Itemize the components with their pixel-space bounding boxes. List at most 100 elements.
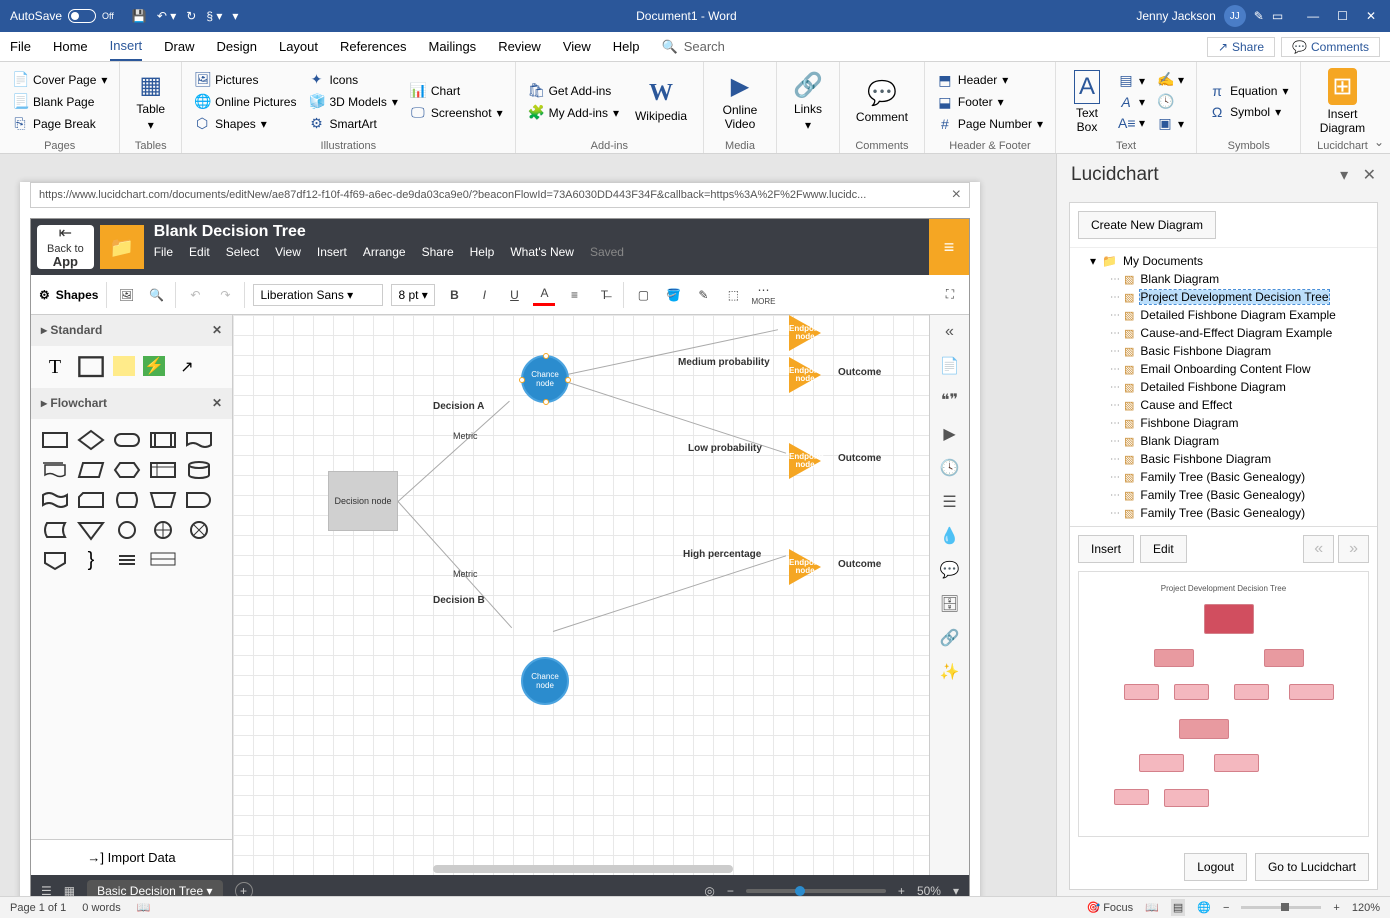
- close-section-icon[interactable]: ✕: [212, 323, 222, 337]
- back-to-app-button[interactable]: ⇤ Back to App: [37, 225, 94, 269]
- redo-icon[interactable]: ↻: [186, 9, 196, 23]
- fc-swimlane[interactable]: [149, 549, 177, 571]
- fc-paper-tape[interactable]: [41, 489, 69, 511]
- online-pictures-button[interactable]: 🌐Online Pictures: [192, 92, 298, 111]
- customize-qat-icon[interactable]: ▾: [232, 9, 238, 23]
- zoom-in-icon[interactable]: +: [898, 884, 905, 896]
- fc-database[interactable]: [185, 459, 213, 481]
- expand-icon[interactable]: ▾: [1090, 254, 1096, 268]
- tab-view[interactable]: View: [563, 32, 591, 61]
- fill-icon[interactable]: ▢: [632, 284, 654, 306]
- fc-multidoc[interactable]: [41, 459, 69, 481]
- tree-item[interactable]: ⋯▧Family Tree (Basic Genealogy): [1070, 486, 1377, 504]
- tab-references[interactable]: References: [340, 32, 406, 61]
- tab-insert[interactable]: Insert: [110, 32, 143, 61]
- page-icon[interactable]: 📄: [939, 355, 961, 377]
- menu-arrange[interactable]: Arrange: [363, 245, 406, 259]
- wordart-button[interactable]: A▾: [1116, 93, 1147, 111]
- menu-file[interactable]: File: [154, 245, 173, 259]
- tab-home[interactable]: Home: [53, 32, 88, 61]
- collapse-ribbon-icon[interactable]: ⌄: [1374, 135, 1384, 149]
- taskpane-menu-icon[interactable]: ▾: [1340, 167, 1348, 184]
- line-icon[interactable]: ✎: [692, 284, 714, 306]
- block-shape[interactable]: ⚡: [143, 356, 165, 376]
- object-button[interactable]: ▣▾: [1155, 114, 1186, 133]
- tell-me-search[interactable]: 🔍 Search: [662, 39, 725, 55]
- bucket-icon[interactable]: 🪣: [662, 284, 684, 306]
- user-avatar[interactable]: JJ: [1224, 5, 1246, 27]
- fc-decision[interactable]: [77, 429, 105, 451]
- tree-item[interactable]: ⋯▧Cause-and-Effect Diagram Example: [1070, 324, 1377, 342]
- fc-note[interactable]: [113, 549, 141, 571]
- tree-item[interactable]: ⋯▧Basic Fishbone Diagram: [1070, 342, 1377, 360]
- chance-node[interactable]: Chance node: [521, 657, 569, 705]
- endpoint-node[interactable]: Endpoint node: [789, 357, 821, 393]
- ribbon-display-icon[interactable]: ▭: [1272, 9, 1283, 23]
- pictures-button[interactable]: 🖼Pictures: [192, 70, 298, 89]
- footer-button[interactable]: ⬓Footer ▾: [935, 93, 1045, 112]
- layers-icon[interactable]: ☰: [939, 491, 961, 513]
- tree-item[interactable]: ⋯▧Detailed Fishbone Diagram: [1070, 378, 1377, 396]
- menu-whatsnew[interactable]: What's New: [510, 245, 574, 259]
- tree-item[interactable]: ⋯▧Detailed Fishbone Diagram Example: [1070, 306, 1377, 324]
- present-icon[interactable]: ▶: [939, 423, 961, 445]
- save-icon[interactable]: 💾: [132, 9, 147, 23]
- links-button[interactable]: 🔗Links▾: [787, 66, 829, 137]
- underline-icon[interactable]: U: [503, 284, 525, 306]
- word-count[interactable]: 0 words: [82, 902, 121, 914]
- fc-hexagon[interactable]: [113, 459, 141, 481]
- minimize-icon[interactable]: —: [1307, 9, 1319, 23]
- tree-item[interactable]: ⋯▧Fishbone Diagram: [1070, 414, 1377, 432]
- menu-view[interactable]: View: [275, 245, 301, 259]
- create-diagram-button[interactable]: Create New Diagram: [1078, 211, 1216, 239]
- chance-node-selected[interactable]: Chance node: [521, 355, 569, 403]
- clear-format-icon[interactable]: T̶: [593, 284, 615, 306]
- text-shape[interactable]: T: [41, 356, 69, 378]
- tab-mailings[interactable]: Mailings: [429, 32, 477, 61]
- history-icon[interactable]: 🕓: [939, 457, 961, 479]
- blank-page-button[interactable]: 📃Blank Page: [10, 92, 109, 111]
- fc-delay[interactable]: [185, 489, 213, 511]
- close-icon[interactable]: ✕: [1366, 9, 1376, 23]
- fc-brace-l[interactable]: }: [77, 549, 105, 571]
- document-tree[interactable]: ▾📁My Documents ⋯▧Blank Diagram⋯▧Project …: [1070, 247, 1377, 527]
- symbol-button[interactable]: ΩSymbol ▾: [1207, 103, 1290, 121]
- zoom-out-icon[interactable]: −: [727, 884, 734, 896]
- maximize-icon[interactable]: ☐: [1337, 9, 1348, 23]
- search-icon[interactable]: 🔍: [145, 284, 167, 306]
- chat-icon[interactable]: 💬: [939, 559, 961, 581]
- signature-button[interactable]: ✍▾: [1155, 70, 1186, 89]
- shape-options-icon[interactable]: ⬚: [722, 284, 744, 306]
- page-status[interactable]: Page 1 of 1: [10, 902, 66, 914]
- quickparts-button[interactable]: ▤▾: [1116, 71, 1147, 90]
- fullscreen-icon[interactable]: ⛶: [939, 284, 961, 306]
- taskpane-close-icon[interactable]: ✕: [1363, 167, 1376, 184]
- flowchart-header[interactable]: ▸ Flowchart✕: [31, 388, 232, 419]
- wikipedia-button[interactable]: WWikipedia: [629, 66, 693, 137]
- insert-diagram-button[interactable]: ⊞Insert Diagram: [1311, 66, 1373, 137]
- chart-button[interactable]: 📊Chart: [408, 81, 505, 100]
- icons-button[interactable]: ✦Icons: [306, 70, 399, 89]
- canvas[interactable]: Decision node Decision A Decision B Metr…: [233, 315, 929, 875]
- rect-shape[interactable]: [77, 356, 105, 378]
- tab-draw[interactable]: Draw: [164, 32, 194, 61]
- my-addins-button[interactable]: 🧩My Add-ins ▾: [526, 103, 621, 122]
- list-view-icon[interactable]: ☰: [41, 884, 52, 896]
- more-icon[interactable]: ⋯MORE: [752, 284, 774, 306]
- image-icon[interactable]: 🖼: [115, 284, 137, 306]
- zoom-slider[interactable]: [746, 889, 886, 893]
- note-shape[interactable]: [113, 356, 135, 376]
- hamburger-button[interactable]: ≡: [929, 219, 969, 275]
- textbox-button[interactable]: AText Box: [1066, 66, 1108, 137]
- 3d-models-button[interactable]: 🧊3D Models ▾: [306, 92, 399, 111]
- shapes-button[interactable]: ⬡Shapes ▾: [192, 114, 298, 133]
- spell-check-icon[interactable]: 📖: [137, 901, 151, 914]
- prev-page-button[interactable]: «: [1303, 535, 1334, 563]
- tree-item[interactable]: ⋯▧Family Tree (Basic Genealogy): [1070, 504, 1377, 522]
- redo-icon[interactable]: ↷: [214, 284, 236, 306]
- edit-button[interactable]: Edit: [1140, 535, 1187, 563]
- quote-icon[interactable]: ❝❞: [939, 389, 961, 411]
- fc-data[interactable]: [77, 459, 105, 481]
- align-icon[interactable]: ≡: [563, 284, 585, 306]
- tab-review[interactable]: Review: [498, 32, 541, 61]
